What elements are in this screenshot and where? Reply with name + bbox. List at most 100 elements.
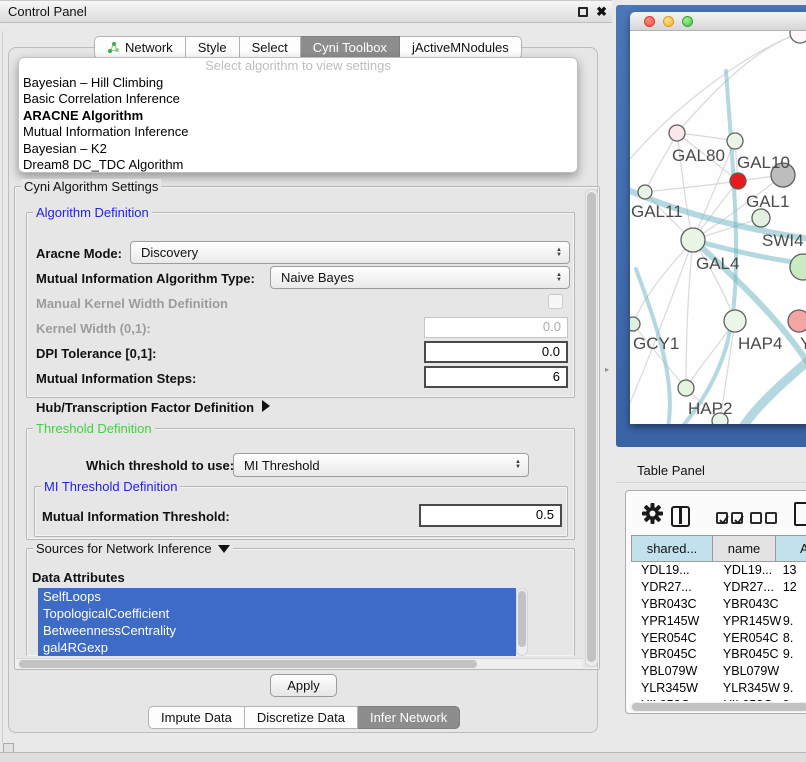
table-row[interactable]: YPR145WYPR145W9. (631, 612, 806, 629)
float-icon[interactable] (578, 7, 588, 17)
network-edge[interactable] (686, 240, 693, 388)
table-cell: YBR045C (631, 647, 711, 661)
algorithm-option[interactable]: Mutual Information Inference (19, 124, 577, 140)
network-node-salmon[interactable] (788, 310, 806, 332)
table-row[interactable]: YBR045CYBR045C9. (631, 646, 806, 663)
network-node-SWI4[interactable] (752, 209, 770, 227)
network-node-right-big[interactable] (790, 254, 806, 280)
chevron-down-icon (218, 545, 230, 553)
network-node-green-top[interactable] (727, 133, 743, 149)
network-node-GAL11[interactable] (638, 185, 652, 199)
settings-group-title: Cyni Algorithm Settings (21, 179, 161, 194)
hub-definition-toggle[interactable]: Hub/Transcription Factor Definition (36, 400, 270, 415)
network-node-HAP2[interactable] (678, 380, 694, 396)
bottom-tab-impute-data[interactable]: Impute Data (148, 706, 245, 729)
network-node-label: GAL80 (672, 146, 725, 165)
tab-select[interactable]: Select (240, 36, 301, 59)
algorithm-option[interactable]: Bayesian – Hill Climbing (19, 75, 577, 91)
tab-network[interactable]: Network (94, 36, 186, 59)
network-edge[interactable] (686, 321, 735, 388)
table-row[interactable]: YLR345WYLR345W9. (631, 680, 806, 697)
sources-group-toggle[interactable]: Sources for Network Inference (33, 541, 233, 556)
kernel-width-field[interactable]: 0.0 (424, 317, 568, 338)
gear-icon[interactable] (642, 503, 663, 524)
algorithm-options: Bayesian – Hill ClimbingBasic Correlatio… (19, 75, 577, 173)
aracne-mode-select[interactable]: Discovery ▲▼ (130, 241, 570, 264)
close-icon[interactable]: ✖ (596, 4, 607, 20)
minimize-traffic-light-icon[interactable] (663, 16, 674, 27)
network-node-top-right[interactable] (790, 31, 806, 43)
apply-button[interactable]: Apply (270, 674, 337, 697)
which-threshold-value: MI Threshold (244, 458, 320, 473)
new-table-icon[interactable] (794, 502, 806, 526)
network-node-label: GAL1 (746, 192, 789, 211)
algorithm-option[interactable]: Bayesian – K2 (19, 141, 577, 157)
split-collapse-icon[interactable]: ▸ (605, 365, 609, 374)
table-row[interactable]: YBR043CYBR043C (631, 596, 806, 613)
table-row[interactable]: YIL052CYIL052C9. (631, 696, 806, 701)
scrollbar-thumb[interactable] (518, 591, 526, 647)
dpi-tolerance-field[interactable]: 0.0 (424, 341, 568, 363)
which-threshold-label: Which threshold to use: (86, 458, 234, 473)
algorithm-option[interactable]: Dream8 DC_TDC Algorithm (19, 157, 577, 173)
network-node-pink-top[interactable] (669, 125, 685, 141)
table-cell: YPR145W (711, 614, 774, 628)
table-row[interactable]: YDR27...YDR27...12 (631, 579, 806, 596)
network-edge-thick[interactable] (743, 361, 806, 424)
tab-style[interactable]: Style (186, 36, 240, 59)
table-row[interactable]: YER054CYER054C8. (631, 629, 806, 646)
mi-threshold-field[interactable]: 0.5 (419, 504, 562, 527)
mi-type-select[interactable]: Naive Bayes ▲▼ (270, 266, 570, 289)
manual-kernel-checkbox[interactable] (548, 294, 563, 309)
attribute-list-item[interactable]: SelfLoops (38, 588, 516, 605)
scrollbar-thumb[interactable] (19, 660, 477, 668)
combo-arrows-icon: ▲▼ (556, 267, 562, 288)
bottom-tab-infer-network[interactable]: Infer Network (358, 706, 460, 729)
unchecked-checkbox-icon[interactable] (765, 512, 777, 524)
network-node-GAL4[interactable] (681, 228, 705, 252)
table-column-header[interactable]: A (776, 535, 806, 562)
control-panel-tabs: NetworkStyleSelect Cyni Toolbox jActiveMNo… (94, 36, 522, 59)
tab-jactivemnodules[interactable]: jActiveMNodules (400, 36, 522, 59)
network-edge[interactable] (630, 33, 800, 159)
network-node-HAP4[interactable] (724, 310, 746, 332)
scrollbar-thumb[interactable] (587, 192, 596, 662)
close-traffic-light-icon[interactable] (644, 16, 655, 27)
network-node-label: Y (800, 334, 806, 353)
algorithm-option[interactable]: Basic Correlation Inference (19, 91, 577, 107)
network-edge[interactable] (645, 181, 738, 192)
data-attributes-list[interactable]: SelfLoopsTopologicalCoefficientBetweenne… (38, 588, 516, 656)
table-row[interactable]: YDL19...YDL19...13 (631, 562, 806, 579)
settings-vscrollbar[interactable] (585, 189, 598, 667)
aracne-mode-label: Aracne Mode: (36, 246, 122, 261)
tab-cyni-toolbox[interactable]: Cyni Toolbox (301, 36, 400, 59)
network-node-GCY1[interactable] (630, 317, 640, 331)
columns-icon[interactable] (671, 506, 690, 527)
network-node-red[interactable] (730, 173, 746, 189)
mi-steps-field[interactable]: 6 (424, 366, 568, 388)
checked-checkbox-icon[interactable] (716, 512, 728, 524)
checked-checkbox-icon[interactable] (731, 512, 743, 524)
attribute-list-item[interactable]: TopologicalCoefficient (38, 605, 516, 622)
attribute-list-item[interactable]: BetweennessCentrality (38, 622, 516, 639)
settings-hscrollbar[interactable] (16, 658, 583, 669)
network-canvas[interactable]: GAL80GAL10GAL1GAL11SWI4GAL4GCY1HAP4YHAP2 (630, 31, 806, 424)
attribute-list-item[interactable]: gal4RGexp (38, 639, 516, 656)
algorithm-option[interactable]: ARACNE Algorithm (19, 108, 577, 124)
status-strip (0, 752, 806, 762)
tab-label: Cyni Toolbox (313, 40, 387, 55)
network-edge[interactable] (693, 240, 735, 321)
unchecked-checkbox-icon[interactable] (750, 512, 762, 524)
zoom-traffic-light-icon[interactable] (682, 16, 693, 27)
network-window[interactable]: GAL80GAL10GAL1GAL11SWI4GAL4GCY1HAP4YHAP2 (630, 12, 806, 424)
bottom-tab-discretize-data[interactable]: Discretize Data (245, 706, 358, 729)
table-column-header[interactable]: name (713, 535, 776, 562)
table-hscrollbar[interactable] (630, 702, 806, 712)
attribute-list-vscrollbar[interactable] (516, 588, 528, 656)
network-window-titlebar[interactable] (630, 12, 806, 31)
scrollbar-thumb[interactable] (632, 703, 806, 711)
table-column-header[interactable]: shared... (631, 535, 713, 562)
table-row[interactable]: YBL079WYBL079W (631, 663, 806, 680)
network-edge[interactable] (677, 33, 800, 133)
which-threshold-select[interactable]: MI Threshold ▲▼ (233, 453, 529, 477)
